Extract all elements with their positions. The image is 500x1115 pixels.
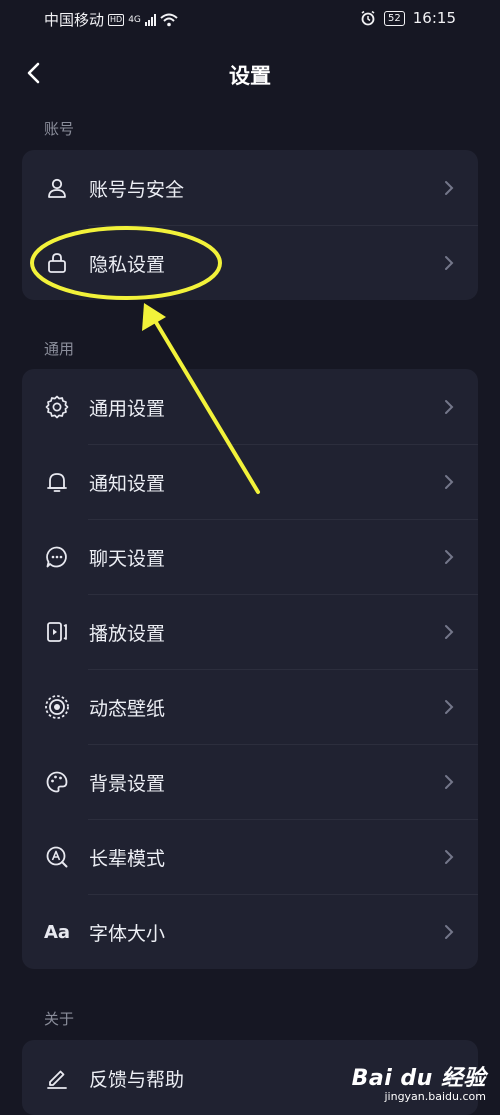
- chevron-right-icon: [445, 475, 454, 489]
- network-type: 4G: [128, 14, 141, 25]
- row-chat-settings[interactable]: 聊天设置: [22, 519, 478, 594]
- chevron-right-icon: [445, 256, 454, 270]
- live-wallpaper-icon: [44, 694, 70, 720]
- general-card: 通用设置 通知设置 聊天设置 播放设置 动态壁纸 背景设置 长辈模式 Aa 字体…: [22, 369, 478, 969]
- alarm-icon: [361, 10, 375, 26]
- row-label: 字体大小: [89, 923, 166, 945]
- status-right: 52 16:15: [360, 9, 456, 27]
- page-title: 设置: [229, 64, 271, 88]
- account-card: 账号与安全 隐私设置: [22, 150, 478, 300]
- section-label-general: 通用: [44, 340, 75, 358]
- watermark-logo: Bai du 经验: [351, 1066, 486, 1091]
- chevron-right-icon: [445, 850, 454, 864]
- edit-icon: [44, 1065, 70, 1091]
- row-label: 通知设置: [89, 473, 166, 495]
- annotation-arrowhead: [142, 303, 166, 331]
- row-label: 通用设置: [89, 398, 166, 420]
- wifi-icon: [160, 13, 178, 26]
- status-left: 中国移动 HD 4G: [44, 9, 178, 30]
- row-label: 长辈模式: [89, 848, 166, 870]
- carrier-name: 中国移动: [44, 11, 105, 29]
- section-label-about: 关于: [44, 1010, 75, 1028]
- row-font-size[interactable]: Aa 字体大小: [22, 894, 478, 969]
- signal-bars-icon: [144, 13, 156, 26]
- row-elder-mode[interactable]: 长辈模式: [22, 819, 478, 894]
- row-label: 背景设置: [89, 773, 166, 795]
- row-label: 播放设置: [89, 623, 166, 645]
- chevron-right-icon: [445, 925, 454, 939]
- row-general-settings[interactable]: 通用设置: [22, 369, 478, 444]
- section-label-account: 账号: [44, 120, 75, 138]
- bell-icon: [44, 469, 70, 495]
- hd-badge: HD: [108, 13, 125, 26]
- row-live-wallpaper[interactable]: 动态壁纸: [22, 669, 478, 744]
- palette-icon: [44, 769, 70, 795]
- row-background-settings[interactable]: 背景设置: [22, 744, 478, 819]
- font-size-icon: Aa: [44, 919, 70, 945]
- row-label: 账号与安全: [89, 179, 185, 201]
- row-playback-settings[interactable]: 播放设置: [22, 594, 478, 669]
- chevron-right-icon: [445, 400, 454, 414]
- chat-bubble-icon: [44, 544, 70, 570]
- clock: 16:15: [412, 9, 456, 27]
- user-icon: [44, 175, 70, 201]
- nav-header: 设置: [0, 48, 500, 100]
- row-notification-settings[interactable]: 通知设置: [22, 444, 478, 519]
- status-bar: 中国移动 HD 4G 52 16:15: [0, 0, 500, 38]
- chevron-right-icon: [445, 700, 454, 714]
- row-label: 反馈与帮助: [89, 1069, 185, 1091]
- font-size-glyph: Aa: [43, 921, 71, 943]
- elder-mode-icon: [44, 844, 70, 870]
- row-label: 聊天设置: [89, 548, 166, 570]
- chevron-right-icon: [445, 550, 454, 564]
- chevron-right-icon: [445, 181, 454, 195]
- row-label: 动态壁纸: [89, 698, 166, 720]
- battery-level: 52: [384, 10, 405, 26]
- row-label: 隐私设置: [89, 254, 166, 276]
- gear-icon: [44, 394, 70, 420]
- chevron-right-icon: [445, 775, 454, 789]
- watermark: Bai du 经验 jingyan.baidu.com: [352, 1060, 486, 1103]
- chevron-right-icon: [445, 625, 454, 639]
- row-privacy-settings[interactable]: 隐私设置: [22, 225, 478, 300]
- play-settings-icon: [44, 619, 70, 645]
- lock-icon: [44, 250, 70, 276]
- row-account-security[interactable]: 账号与安全: [22, 150, 478, 225]
